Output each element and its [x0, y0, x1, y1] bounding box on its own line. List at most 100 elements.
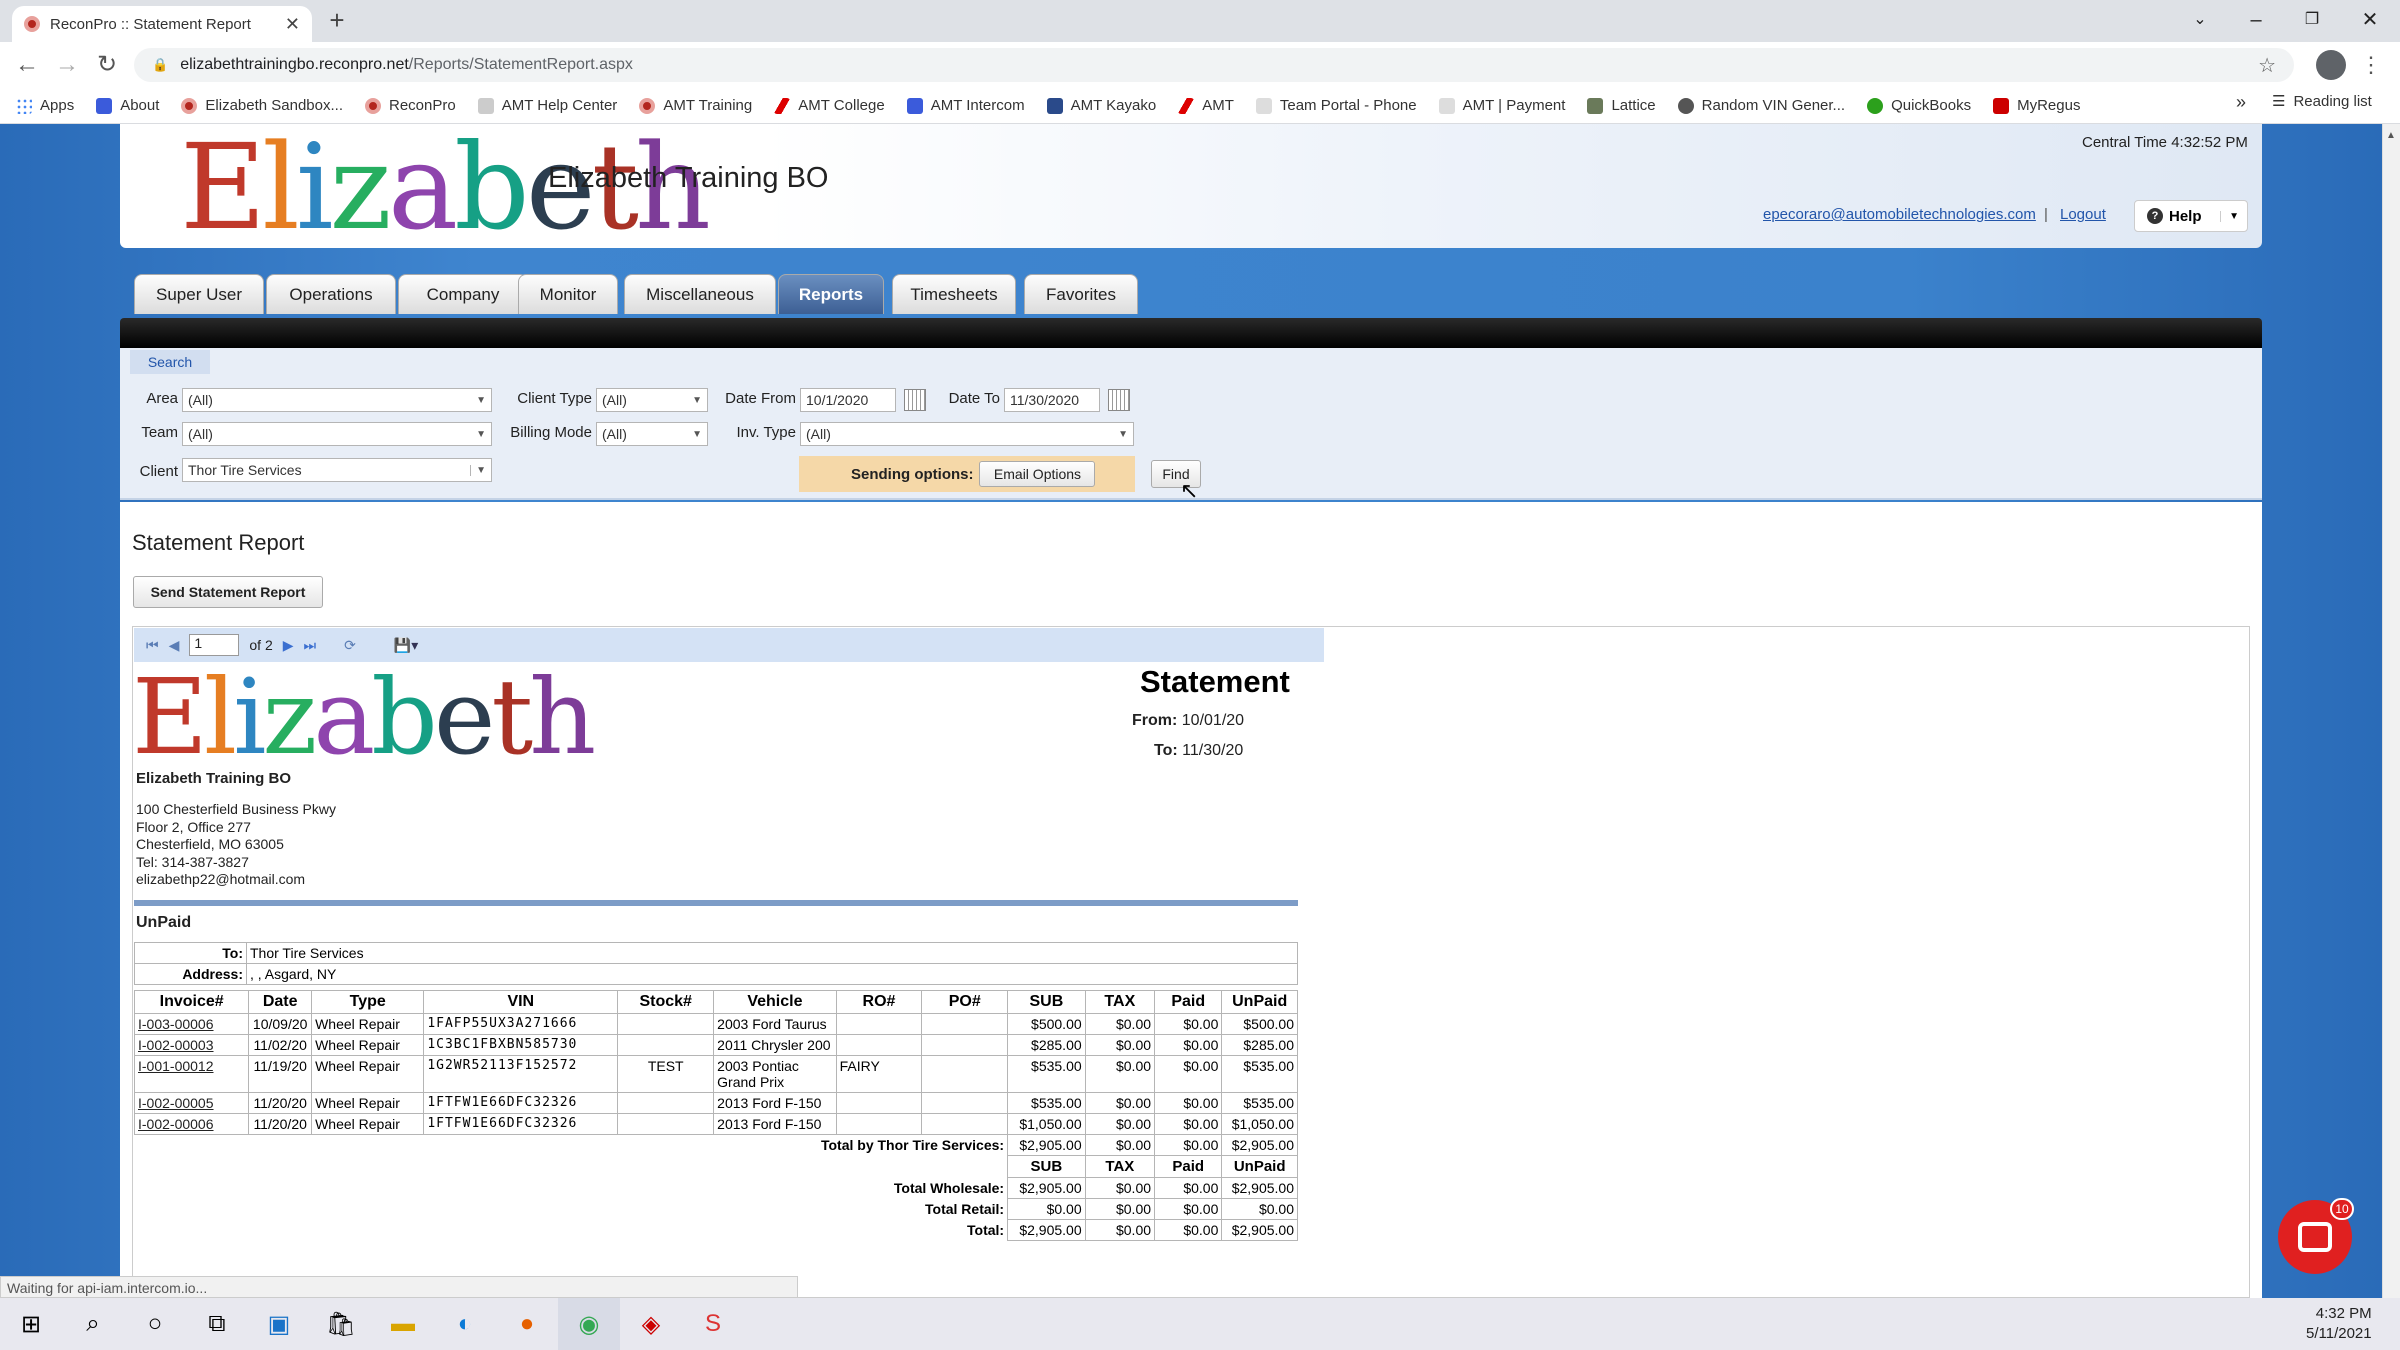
export-save-icon[interactable]: 💾▾ — [394, 637, 418, 654]
tab-miscellaneous[interactable]: Miscellaneous — [624, 274, 776, 314]
invoice-link[interactable]: I-002-00006 — [133, 1113, 250, 1135]
chevron-down-icon[interactable]: ▼ — [2220, 210, 2247, 222]
system-clock: 4:32 PM 5/11/2021 — [2306, 1305, 2372, 1342]
user-email-link[interactable]: epecoraro@automobiletechnologies.com — [1763, 206, 2036, 223]
bookmark-amt-kayako[interactable]: AMT Kayako — [1046, 97, 1156, 114]
tab-search-icon[interactable]: ⌄ — [2180, 4, 2220, 36]
logout-link[interactable]: Logout — [2060, 206, 2106, 223]
address-bar[interactable]: 🔒 elizabethtrainingbo.reconpro.net/Repor… — [134, 48, 2294, 82]
bookmark-myregus[interactable]: MyRegus — [1993, 97, 2080, 114]
bookmark-random-vin[interactable]: Random VIN Gener... — [1677, 97, 1845, 114]
bookmark-lattice[interactable]: Lattice — [1587, 97, 1656, 114]
tab-operations[interactable]: Operations — [266, 274, 396, 314]
totals-label: Total: — [967, 1221, 1005, 1238]
windows-start-icon[interactable]: ⊞ — [0, 1298, 62, 1350]
bookmark-amt-training[interactable]: AMT Training — [639, 97, 752, 114]
more-bookmarks-icon[interactable]: » — [2236, 92, 2246, 113]
tab-favorites[interactable]: Favorites — [1024, 274, 1138, 314]
invoice-link[interactable]: I-002-00003 — [133, 1034, 250, 1056]
client-select[interactable]: Thor Tire Services ▼ — [182, 458, 492, 482]
first-page-icon[interactable]: ⏮ — [146, 637, 159, 654]
search-tab[interactable]: Search — [130, 350, 210, 374]
bookmark-amt-college[interactable]: AMT College — [774, 97, 885, 114]
bookmark-amt-help-center[interactable]: AMT Help Center — [477, 97, 617, 114]
menu-kebab-icon[interactable]: ⋮ — [2360, 52, 2382, 78]
area-select[interactable]: (All) ▼ — [182, 388, 492, 412]
bookmark-star-icon[interactable]: ☆ — [2258, 53, 2276, 78]
tab-timesheets[interactable]: Timesheets — [892, 274, 1016, 314]
minimize-icon[interactable]: – — [2236, 4, 2276, 36]
help-button[interactable]: ? Help ▼ — [2134, 200, 2248, 232]
date-to-input[interactable]: 11/30/2020 — [1004, 388, 1100, 412]
billing-mode-select[interactable]: (All) ▼ — [596, 422, 708, 446]
forward-icon[interactable]: → — [50, 48, 84, 82]
invoice-link[interactable]: I-001-00012 — [133, 1055, 250, 1093]
reading-list-button[interactable]: ☰ Reading list — [2272, 92, 2372, 111]
bookmark-elizabeth-sandbox[interactable]: Elizabeth Sandbox... — [181, 97, 343, 114]
profile-avatar[interactable] — [2316, 50, 2346, 80]
column-header: VIN — [423, 990, 619, 1014]
url-host: elizabethtrainingbo.reconpro.net — [180, 56, 409, 73]
bookmark-team-portal-phone[interactable]: Team Portal - Phone — [1255, 97, 1417, 114]
reload-icon[interactable]: ↻ — [90, 48, 124, 82]
store-icon[interactable]: 🛍 — [310, 1298, 372, 1350]
reconpro-app-icon[interactable]: ◈ — [620, 1298, 682, 1350]
client-type-select[interactable]: (All) ▼ — [596, 388, 708, 412]
column-header: UnPaid — [1221, 990, 1298, 1014]
column-header: Invoice# — [133, 990, 250, 1014]
back-icon[interactable]: ← — [10, 48, 44, 82]
chrome-icon[interactable]: ◉ — [558, 1298, 620, 1350]
firefox-icon[interactable]: ● — [496, 1298, 558, 1350]
statement-heading: Statement — [1140, 664, 1290, 699]
totals-value: $0.00 — [1154, 1177, 1223, 1199]
invoice-link[interactable]: I-003-00006 — [133, 1013, 250, 1035]
page-scrollbar[interactable]: ▲ — [2382, 124, 2400, 1298]
table-cell: Wheel Repair — [311, 1055, 425, 1093]
totals-value: $0.00 — [1154, 1134, 1223, 1156]
refresh-report-icon[interactable]: ⟳ — [344, 637, 356, 654]
mouse-cursor-icon: ↖ — [1180, 478, 1199, 503]
email-options-button[interactable]: Email Options — [979, 461, 1096, 487]
file-explorer-icon[interactable]: ▬ — [372, 1298, 434, 1350]
bookmark-apps[interactable]: Apps — [16, 97, 74, 114]
window-close-icon[interactable]: ✕ — [2350, 4, 2390, 36]
column-header: Stock# — [617, 990, 715, 1014]
intercom-launcher[interactable]: 10 — [2278, 1198, 2354, 1274]
table-cell — [921, 1055, 1009, 1093]
browser-tab[interactable]: ReconPro :: Statement Report ✕ — [12, 6, 312, 42]
s-app-icon[interactable]: S — [682, 1298, 744, 1350]
bookmark-amt-payment[interactable]: AMT | Payment — [1438, 97, 1565, 114]
bookmark-reconpro[interactable]: ReconPro — [365, 97, 456, 114]
tab-super-user[interactable]: Super User — [134, 274, 264, 314]
page-number-input[interactable]: 1 — [189, 634, 240, 656]
scroll-up-icon[interactable]: ▲ — [2386, 130, 2396, 141]
close-tab-icon[interactable]: ✕ — [285, 14, 300, 35]
invoice-link[interactable]: I-002-00005 — [133, 1092, 250, 1114]
last-page-icon[interactable]: ⏭ — [304, 637, 317, 654]
reconpro-icon — [639, 97, 656, 114]
calendar-icon[interactable] — [904, 389, 926, 411]
restore-icon[interactable]: ❐ — [2292, 4, 2332, 36]
edge-icon[interactable]: ◐ — [434, 1298, 496, 1350]
previous-page-icon[interactable]: ◀ — [169, 637, 180, 654]
send-statement-report-button[interactable]: Send Statement Report — [133, 576, 323, 608]
team-select[interactable]: (All) ▼ — [182, 422, 492, 446]
bookmark-quickbooks[interactable]: QuickBooks — [1867, 97, 1971, 114]
bookmark-amt-intercom[interactable]: AMT Intercom — [906, 97, 1025, 114]
table-cell: $535.00 — [1007, 1055, 1086, 1093]
dropdown-arrow-icon: ▼ — [476, 428, 486, 440]
date-from-input[interactable]: 10/1/2020 — [800, 388, 896, 412]
search-icon[interactable]: ⌕ — [62, 1298, 124, 1350]
calendar-icon[interactable] — [1108, 389, 1130, 411]
new-tab-icon[interactable]: + — [320, 6, 354, 36]
bookmark-about[interactable]: About — [96, 97, 159, 114]
bookmark-amt[interactable]: AMT — [1178, 97, 1234, 114]
inv-type-select[interactable]: (All) ▼ — [800, 422, 1134, 446]
app-icon-blue[interactable]: ▣ — [248, 1298, 310, 1350]
tab-monitor[interactable]: Monitor — [518, 274, 618, 314]
cortana-icon[interactable]: ○ — [124, 1298, 186, 1350]
tab-reports[interactable]: Reports — [778, 274, 884, 314]
tab-company[interactable]: Company — [398, 274, 528, 314]
task-view-icon[interactable]: ⧉ — [186, 1298, 248, 1350]
next-page-icon[interactable]: ▶ — [283, 637, 294, 654]
